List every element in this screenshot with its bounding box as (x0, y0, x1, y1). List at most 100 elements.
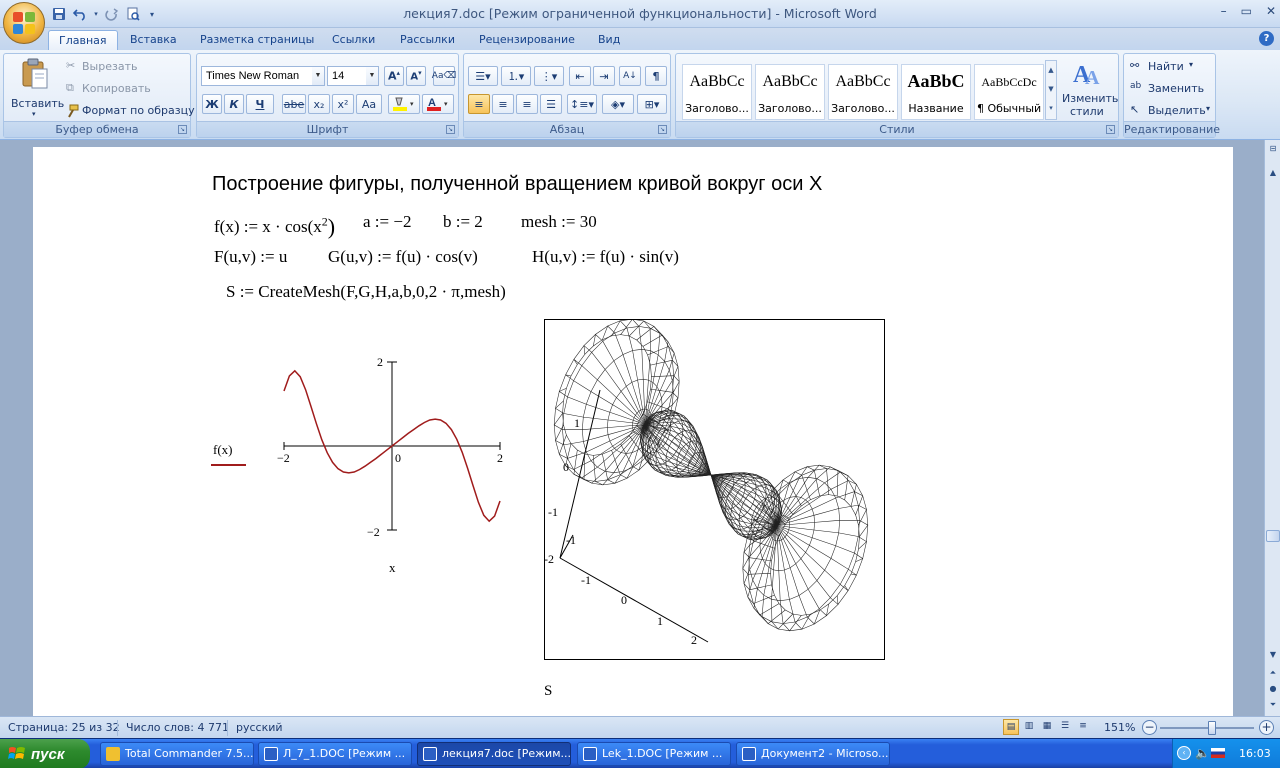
change-case-button[interactable]: Aa (356, 94, 382, 114)
previous-page-icon[interactable]: ⏶ (1266, 666, 1280, 680)
decrease-indent-button[interactable]: ⇤ (569, 66, 591, 86)
scroll-up-icon[interactable]: ▲ (1266, 166, 1280, 180)
font-name-combo[interactable]: Times New Roman ▼ (201, 66, 325, 86)
align-center-button[interactable]: ≡ (492, 94, 514, 114)
subscript-button[interactable]: x₂ (308, 94, 330, 114)
tray-expand-icon[interactable]: ‹ (1177, 746, 1191, 760)
clock[interactable]: 16:03 (1239, 747, 1271, 760)
clipboard-group-label: Буфер обмена (4, 121, 190, 137)
scroll-down-icon[interactable]: ▼ (1046, 80, 1056, 99)
highlight-button[interactable]: ▾ (388, 94, 420, 114)
copy-button[interactable]: ⧉ Копировать (64, 80, 184, 98)
tab-review[interactable]: Рецензирование (469, 30, 585, 50)
taskbar-item-word-doc-3[interactable]: Документ2 - Microso... (736, 742, 890, 766)
browse-object-icon[interactable]: ● (1266, 682, 1280, 696)
start-label: пуск (31, 745, 65, 763)
start-button[interactable]: пуск (0, 739, 90, 768)
language-flag-icon[interactable] (1211, 748, 1225, 758)
show-marks-button[interactable]: ¶ (645, 66, 667, 86)
font-launcher-icon[interactable]: ↘ (446, 125, 455, 134)
taskbar-item-word-doc-2[interactable]: Lek_1.DOC [Режим ... (577, 742, 731, 766)
draft-view-icon[interactable]: ≡ (1075, 719, 1091, 735)
paste-button[interactable]: Вставить ▾ (8, 56, 64, 118)
align-right-button[interactable]: ≡ (516, 94, 538, 114)
next-page-icon[interactable]: ⏷ (1266, 698, 1280, 712)
styles-scroll[interactable]: ▲ ▼ ▾ (1045, 60, 1057, 120)
zoom-level[interactable]: 151% (1104, 721, 1135, 734)
strikethrough-button[interactable]: abe (282, 94, 306, 114)
print-layout-view-icon[interactable]: ▤ (1003, 719, 1019, 735)
page-indicator[interactable]: Страница: 25 из 32 (8, 721, 120, 734)
numbering-button[interactable]: ⒈▾ (501, 66, 531, 86)
svg-text:▾: ▾ (410, 100, 414, 108)
tab-page-layout[interactable]: Разметка страницы (190, 30, 324, 50)
replace-button[interactable]: ab Заменить (1128, 80, 1214, 98)
cut-button[interactable]: ✂ Вырезать (64, 58, 184, 76)
web-layout-view-icon[interactable]: ▦ (1039, 719, 1055, 735)
maximize-icon[interactable]: ▭ (1241, 4, 1252, 18)
increase-indent-button[interactable]: ⇥ (593, 66, 615, 86)
clipboard-launcher-icon[interactable]: ↘ (178, 125, 187, 134)
style-heading-1[interactable]: AaBbCc Заголово... (682, 64, 752, 120)
style-heading-3[interactable]: AaBbCc Заголово... (828, 64, 898, 120)
vertical-scrollbar[interactable]: ⊟ ▲ ▼ ⏶ ● ⏷ (1264, 140, 1280, 716)
align-left-button[interactable]: ≡ (468, 94, 490, 114)
math-H-definition: H(u,v) := f(u) · sin(v) (532, 247, 679, 266)
scroll-down-icon[interactable]: ▼ (1266, 648, 1280, 662)
underline-button[interactable]: Ч (246, 94, 274, 114)
justify-button[interactable]: ☰ (540, 94, 562, 114)
taskbar-item-word-doc-1[interactable]: Л_7_1.DOC [Режим ... (258, 742, 412, 766)
outline-view-icon[interactable]: ☰ (1057, 719, 1073, 735)
tab-home[interactable]: Главная (48, 30, 118, 50)
clear-formatting-button[interactable]: Aa⌫ (432, 66, 456, 86)
word-count[interactable]: Число слов: 4 771 (126, 721, 229, 734)
style-title[interactable]: AaBbC Название (901, 64, 971, 120)
tab-mailings[interactable]: Рассылки (390, 30, 465, 50)
help-icon[interactable]: ? (1259, 31, 1274, 46)
change-styles-button[interactable]: AA Изменить стили (1060, 56, 1118, 120)
font-color-button[interactable]: A ▾ (422, 94, 454, 114)
scroll-up-icon[interactable]: ▲ (1046, 61, 1056, 80)
office-button[interactable] (3, 2, 45, 44)
zoom-in-icon[interactable]: + (1259, 720, 1274, 735)
styles-launcher-icon[interactable]: ↘ (1106, 125, 1115, 134)
style-heading-2[interactable]: AaBbCc Заголово... (755, 64, 825, 120)
volume-icon[interactable]: 🔈 (1195, 746, 1210, 760)
ruler-toggle-icon[interactable]: ⊟ (1266, 142, 1280, 156)
function-plot[interactable] (270, 350, 520, 550)
taskbar-item-word-doc-active[interactable]: лекция7.doc [Режим... (417, 742, 571, 766)
zoom-out-icon[interactable]: − (1142, 720, 1157, 735)
bullets-button[interactable]: ☰▾ (468, 66, 498, 86)
multilevel-list-button[interactable]: ⋮▾ (534, 66, 564, 86)
zoom-slider-track[interactable] (1160, 727, 1254, 729)
find-button[interactable]: ⚯ Найти ▾ (1128, 58, 1214, 76)
scroll-thumb[interactable] (1266, 530, 1280, 542)
superscript-button[interactable]: x² (332, 94, 354, 114)
task-label: Л_7_1.DOC [Режим ... (283, 747, 406, 760)
paragraph-launcher-icon[interactable]: ↘ (658, 125, 667, 134)
format-painter-button[interactable]: Формат по образцу (64, 102, 195, 120)
tab-references[interactable]: Ссылки (322, 30, 385, 50)
taskbar-item-total-commander[interactable]: Total Commander 7.5... (100, 742, 254, 766)
close-icon[interactable]: ✕ (1266, 4, 1276, 18)
shrink-font-button[interactable]: A▾ (406, 66, 426, 86)
tab-view[interactable]: Вид (588, 30, 630, 50)
borders-button[interactable]: ⊞▾ (637, 94, 667, 114)
bold-button[interactable]: Ж (202, 94, 222, 114)
style-normal[interactable]: AaBbCcDc ¶ Обычный (974, 64, 1044, 120)
shading-button[interactable]: ◈▾ (602, 94, 634, 114)
grow-font-button[interactable]: A▴ (384, 66, 404, 86)
sort-button[interactable]: A↓ (619, 66, 641, 86)
tab-insert[interactable]: Вставка (120, 30, 187, 50)
more-styles-icon[interactable]: ▾ (1046, 99, 1056, 118)
select-button[interactable]: ↖ Выделить ▾ (1128, 102, 1214, 120)
full-screen-reading-icon[interactable]: ▥ (1021, 719, 1037, 735)
line-spacing-button[interactable]: ↕≡▾ (567, 94, 597, 114)
font-size-combo[interactable]: 14 ▼ (327, 66, 379, 86)
language-indicator[interactable]: русский (236, 721, 283, 734)
zoom-slider-thumb[interactable] (1208, 721, 1216, 735)
minimize-icon[interactable]: – (1221, 4, 1227, 18)
font-name-value: Times New Roman (206, 70, 300, 82)
origin-tick: 0 (395, 451, 401, 465)
italic-button[interactable]: К (224, 94, 244, 114)
